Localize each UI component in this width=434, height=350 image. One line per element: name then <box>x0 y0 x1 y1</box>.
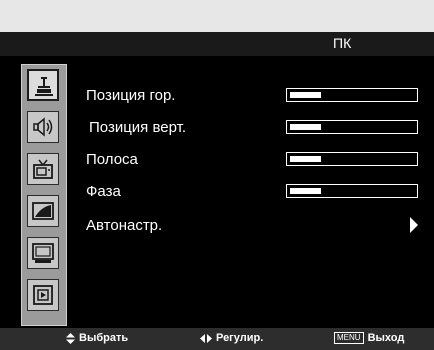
sidebar-item-curve[interactable] <box>27 195 59 227</box>
slider-fill <box>290 188 321 194</box>
sidebar-item-input[interactable] <box>27 279 59 311</box>
input-icon <box>33 285 53 305</box>
h-position-slider[interactable] <box>286 88 418 102</box>
submenu-arrow-icon <box>410 217 418 233</box>
picture-icon <box>35 77 53 96</box>
slider-fill <box>290 124 321 130</box>
exit-label: Выход <box>367 332 405 344</box>
menu-item-label: Полоса <box>86 151 138 168</box>
menu-item-phase[interactable]: Фаза <box>86 181 418 205</box>
menu-item-label: Позиция верт. <box>89 119 187 136</box>
adjust-label: Регулир. <box>216 332 264 344</box>
adjust-hint: Регулир. <box>200 332 263 344</box>
menu-item-auto-adjust[interactable]: Автонастр. <box>86 215 418 239</box>
menu-item-label: Фаза <box>86 183 121 200</box>
menu-item-label: Автонастр. <box>86 217 163 234</box>
v-position-slider[interactable] <box>286 120 418 134</box>
exit-hint: MENU Выход <box>334 332 405 345</box>
category-sidebar <box>21 64 67 326</box>
tv-icon <box>33 159 53 179</box>
sidebar-item-screen[interactable] <box>27 237 59 269</box>
audio-icon <box>33 117 53 137</box>
slider-fill <box>290 156 321 162</box>
help-bar: Выбрать Регулир. MENU Выход <box>0 328 434 350</box>
menu-item-h-position[interactable]: Позиция гор. <box>86 85 418 109</box>
menu-key-badge: MENU <box>334 332 364 345</box>
menu-item-v-position[interactable]: Позиция верт. <box>86 117 418 141</box>
sidebar-item-tv[interactable] <box>27 153 59 185</box>
page-title: ПК <box>333 35 352 51</box>
curve-icon <box>32 202 54 220</box>
menu-item-clock[interactable]: Полоса <box>86 149 418 173</box>
up-down-arrow-icon <box>66 332 75 344</box>
top-margin <box>0 0 434 32</box>
menu-item-label: Позиция гор. <box>86 87 176 104</box>
select-label: Выбрать <box>79 332 129 344</box>
sidebar-item-audio[interactable] <box>27 111 59 143</box>
slider-fill <box>290 92 321 98</box>
clock-slider[interactable] <box>286 152 418 166</box>
phase-slider[interactable] <box>286 184 418 198</box>
sidebar-item-picture[interactable] <box>27 69 59 101</box>
title-bar: ПК <box>0 32 434 56</box>
left-right-arrow-icon <box>200 333 212 343</box>
screen-icon <box>32 243 54 263</box>
select-hint: Выбрать <box>66 332 128 344</box>
osd-menu-panel: Позиция гор. Позиция верт. Полоса Фаза А… <box>0 56 434 328</box>
